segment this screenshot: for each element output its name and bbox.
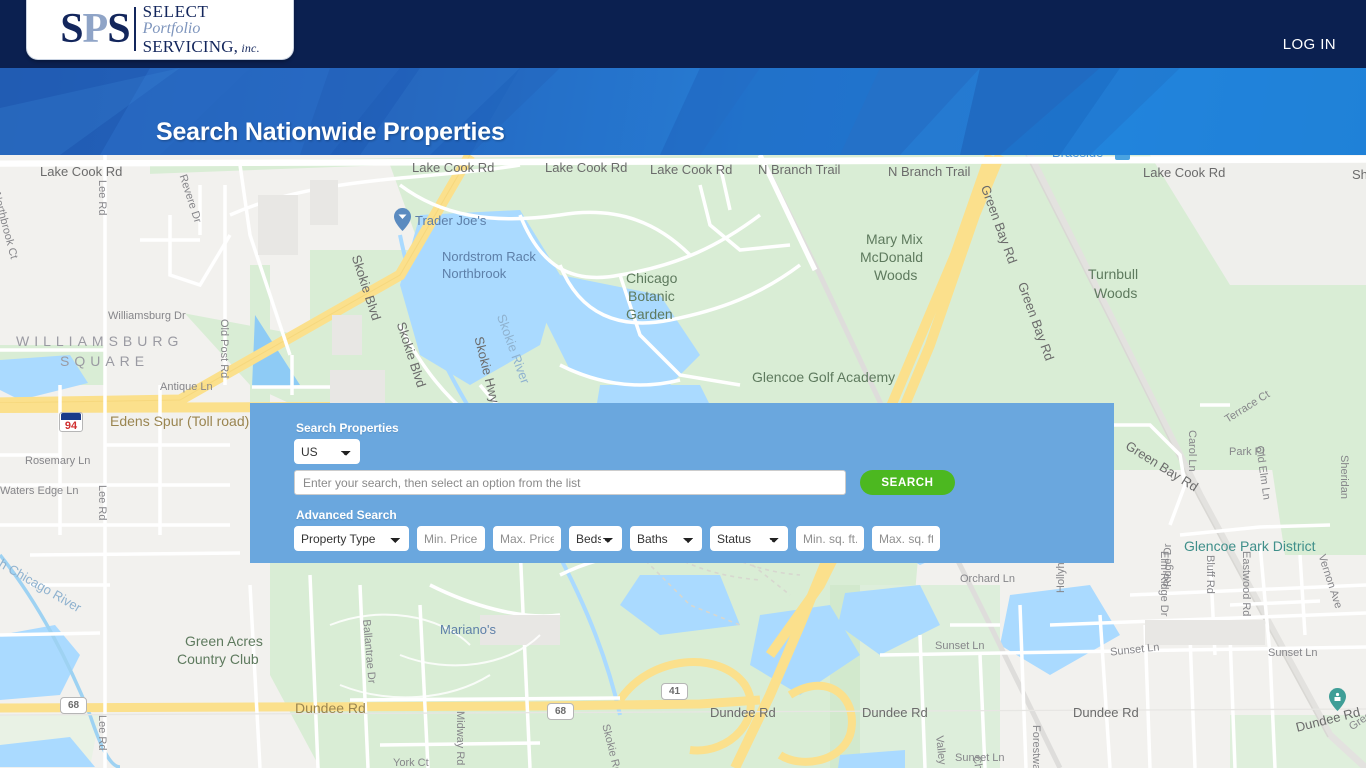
search-input[interactable] (294, 470, 846, 495)
page-title: Search Nationwide Properties (156, 118, 505, 146)
min-price-input[interactable] (417, 526, 485, 551)
search-properties-label: Search Properties (296, 421, 399, 435)
trader-joes-pin[interactable] (394, 208, 411, 231)
max-sqft-input[interactable] (872, 526, 940, 551)
page-root: Lake Cook Rd Lake Cook Rd Lake Cook Rd L… (0, 0, 1366, 768)
country-select[interactable]: USCAPR (294, 439, 360, 464)
site-header: SPS SELECT Portfolio SERVICING, inc. LOG… (0, 0, 1366, 68)
logo-wordmark: SELECT Portfolio SERVICING, inc. (143, 3, 260, 55)
property-type-select[interactable]: Property TypeSingle FamilyCondoMulti-Fam… (294, 526, 409, 551)
min-sqft-input[interactable] (796, 526, 864, 551)
braeside-station-icon[interactable] (1115, 155, 1130, 160)
logo-divider (133, 6, 136, 51)
logo-monogram: SPS (60, 5, 130, 52)
search-button[interactable]: SEARCH (860, 470, 955, 495)
status-select[interactable]: StatusActivePendingSold (710, 526, 788, 551)
beds-select[interactable]: Beds12345+ (569, 526, 622, 551)
logo-line-servicing: SERVICING, inc. (142, 36, 260, 56)
highway-shield-i94: 94 (59, 412, 83, 432)
baths-select[interactable]: Baths12345+ (630, 526, 702, 551)
advanced-search-label: Advanced Search (296, 508, 397, 522)
logo-line-select: SELECT (142, 1, 209, 21)
logo[interactable]: SPS SELECT Portfolio SERVICING, inc. (26, 0, 294, 60)
max-price-input[interactable] (493, 526, 561, 551)
glencoe-park-district-pin[interactable] (1329, 688, 1346, 711)
hero-banner: Search Nationwide Properties (0, 68, 1366, 155)
highway-shield-68: 68 (547, 703, 574, 720)
login-link[interactable]: LOG IN (1283, 36, 1336, 53)
logo-line-portfolio: Portfolio (142, 19, 201, 37)
property-search-panel: Search Properties USCAPR SEARCH Advanced… (250, 403, 1114, 563)
highway-shield-68: 68 (60, 697, 87, 714)
highway-shield-41: 41 (661, 683, 688, 700)
